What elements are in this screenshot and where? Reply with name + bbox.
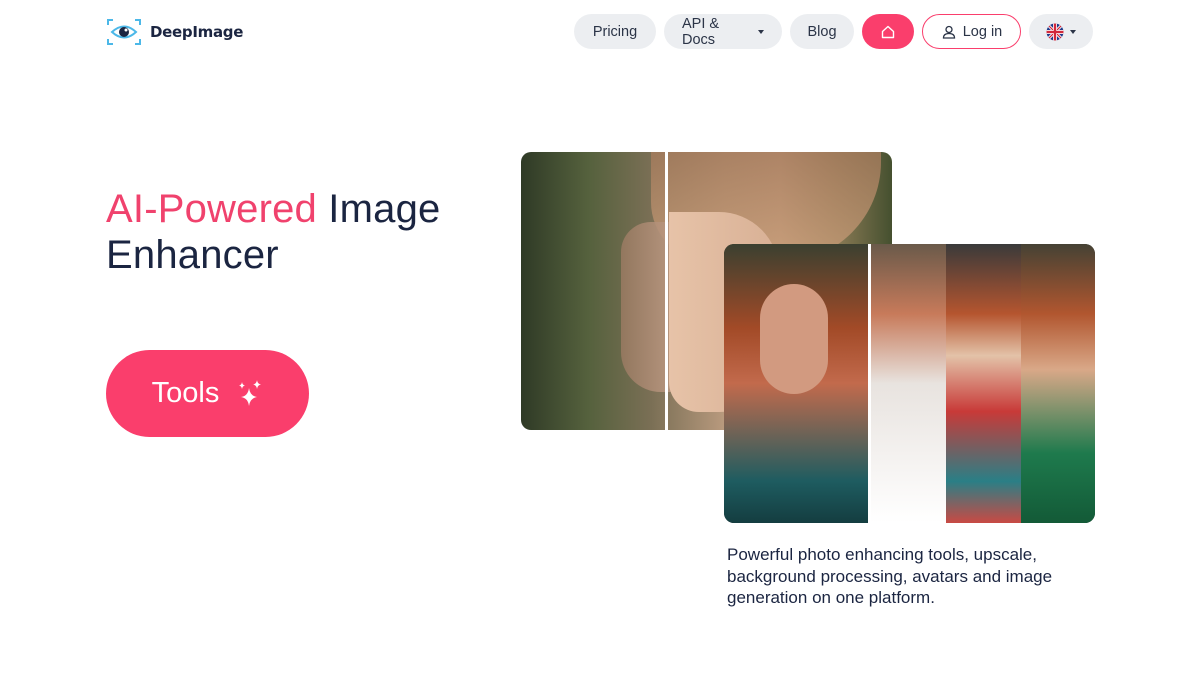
headline-part-1: Image bbox=[316, 187, 441, 231]
avatar-generation-image bbox=[724, 244, 1095, 523]
brand-name: DeepImage bbox=[150, 23, 244, 41]
comparison-divider bbox=[665, 152, 668, 430]
home-icon bbox=[881, 25, 895, 38]
tools-button[interactable]: Tools bbox=[106, 350, 309, 437]
login-label: Log in bbox=[962, 23, 1003, 40]
logo[interactable]: DeepImage bbox=[106, 17, 243, 47]
headline-accent: AI-Powered bbox=[106, 187, 317, 231]
nav-pricing-button[interactable]: Pricing bbox=[574, 14, 656, 49]
nav-blog-button[interactable]: Blog bbox=[790, 14, 854, 49]
image-region bbox=[946, 244, 1021, 523]
image-region bbox=[871, 244, 946, 523]
page-title: AI-Powered Image Enhancer bbox=[106, 186, 440, 278]
eye-icon bbox=[106, 17, 142, 47]
user-icon bbox=[942, 25, 955, 39]
tools-label: Tools bbox=[151, 377, 220, 409]
image-region bbox=[1021, 244, 1095, 523]
nav-api-docs-dropdown[interactable]: API & Docs bbox=[664, 14, 782, 49]
image-region bbox=[760, 284, 828, 394]
nav-pricing-label: Pricing bbox=[592, 23, 638, 40]
nav-api-docs-label: API & Docs bbox=[682, 15, 720, 48]
nav-blog-label: Blog bbox=[807, 23, 837, 40]
hero-description: Powerful photo enhancing tools, upscale,… bbox=[727, 545, 1053, 607]
image-region bbox=[724, 244, 868, 523]
chevron-down-icon bbox=[1070, 29, 1076, 34]
top-nav: Pricing API & Docs Blog Log in bbox=[574, 14, 1093, 49]
headline-part-2: Enhancer bbox=[106, 233, 279, 277]
chevron-down-icon bbox=[758, 29, 764, 34]
language-selector[interactable] bbox=[1029, 14, 1093, 49]
nav-home-button[interactable] bbox=[862, 14, 914, 49]
uk-flag-icon bbox=[1046, 23, 1064, 40]
sparkles-icon bbox=[239, 379, 262, 406]
login-button[interactable]: Log in bbox=[922, 14, 1021, 49]
